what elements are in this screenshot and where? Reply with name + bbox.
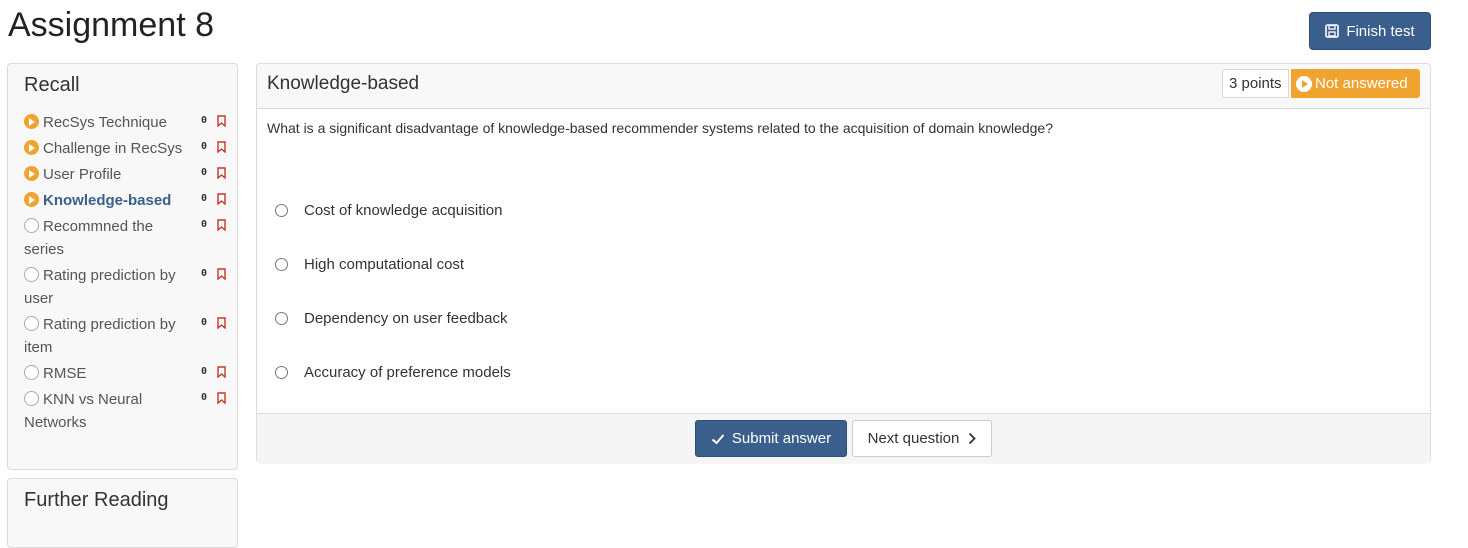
question-title: Knowledge-based bbox=[267, 73, 420, 94]
not-started-icon bbox=[24, 391, 39, 406]
not-started-icon bbox=[24, 365, 39, 380]
sidebar-item-rating-prediction-by-item[interactable]: Rating prediction by item 0 bbox=[8, 313, 237, 359]
in-progress-icon bbox=[24, 192, 39, 207]
submit-answer-label: Submit answer bbox=[731, 430, 832, 447]
answer-count: 0 bbox=[200, 219, 207, 230]
answer-count: 0 bbox=[200, 141, 207, 152]
radio-button[interactable] bbox=[275, 366, 288, 379]
recall-heading: Recall bbox=[24, 74, 80, 96]
sidebar-item-label: Rating prediction by item bbox=[24, 316, 176, 356]
bookmark-icon[interactable] bbox=[217, 167, 226, 179]
sidebar-item-label: Recommned the series bbox=[24, 218, 154, 258]
answer-count: 0 bbox=[200, 167, 207, 178]
answer-count: 0 bbox=[200, 317, 207, 328]
bookmark-icon[interactable] bbox=[217, 366, 226, 378]
answer-option-label: Dependency on user feedback bbox=[304, 310, 508, 327]
answer-option[interactable]: Accuracy of preference models bbox=[275, 364, 511, 381]
question-nav: RecSys Technique 0 Challenge in RecSys 0… bbox=[8, 106, 237, 434]
answer-option-label: High computational cost bbox=[304, 256, 465, 273]
not-started-icon bbox=[24, 316, 39, 331]
in-progress-icon bbox=[24, 140, 39, 155]
sidebar-item-label: RecSys Technique bbox=[43, 114, 167, 131]
not-started-icon bbox=[24, 267, 39, 282]
bookmark-icon[interactable] bbox=[217, 392, 226, 404]
radio-button[interactable] bbox=[275, 204, 288, 217]
in-progress-icon bbox=[24, 166, 39, 181]
recall-panel: Recall RecSys Technique 0 Challenge in R… bbox=[7, 63, 238, 470]
sidebar-item-label: Challenge in RecSys bbox=[43, 140, 183, 157]
submit-answer-button[interactable]: Submit answer bbox=[695, 420, 847, 457]
not-started-icon bbox=[24, 218, 39, 233]
question-footer: Submit answer Next question bbox=[257, 413, 1430, 464]
answer-option[interactable]: Dependency on user feedback bbox=[275, 310, 507, 327]
question-panel: Knowledge-based 3 points Not answered Wh… bbox=[256, 63, 1431, 464]
finish-test-label: Finish test bbox=[1346, 22, 1415, 40]
bookmark-icon[interactable] bbox=[217, 219, 226, 231]
next-question-label: Next question bbox=[867, 430, 960, 447]
bookmark-icon[interactable] bbox=[217, 268, 226, 280]
answer-count: 0 bbox=[200, 115, 207, 126]
check-icon bbox=[711, 433, 725, 444]
finish-test-button[interactable]: Finish test bbox=[1309, 12, 1431, 50]
sidebar-item-label: User Profile bbox=[43, 166, 122, 183]
status-label: Not answered bbox=[1315, 75, 1408, 92]
bookmark-icon[interactable] bbox=[217, 141, 226, 153]
points-badge: 3 points bbox=[1222, 69, 1289, 98]
bookmark-icon[interactable] bbox=[217, 115, 226, 127]
status-badge: Not answered bbox=[1291, 69, 1420, 98]
answer-option-label: Accuracy of preference models bbox=[304, 364, 511, 381]
sidebar-item-recommned-the-series[interactable]: Recommned the series 0 bbox=[8, 215, 237, 261]
question-header: Knowledge-based 3 points Not answered bbox=[257, 64, 1430, 109]
radio-button[interactable] bbox=[275, 312, 288, 325]
answer-count: 0 bbox=[200, 392, 207, 403]
sidebar-item-rmse[interactable]: RMSE 0 bbox=[8, 362, 237, 385]
further-reading-panel: Further Reading bbox=[7, 478, 238, 548]
sidebar-item-label: Rating prediction by user bbox=[24, 267, 176, 307]
chevron-right-icon bbox=[969, 432, 977, 445]
answer-option[interactable]: Cost of knowledge acquisition bbox=[275, 202, 502, 219]
play-circle-icon bbox=[1296, 75, 1312, 92]
bookmark-icon[interactable] bbox=[217, 317, 226, 329]
sidebar-item-recsys-technique[interactable]: RecSys Technique 0 bbox=[8, 111, 237, 134]
sidebar-item-label: RMSE bbox=[43, 365, 87, 382]
sidebar-item-knn-vs-neural-networks[interactable]: KNN vs Neural Networks 0 bbox=[8, 388, 237, 434]
radio-button[interactable] bbox=[275, 258, 288, 271]
answer-count: 0 bbox=[200, 366, 207, 377]
in-progress-icon bbox=[24, 114, 39, 129]
sidebar-item-label: Knowledge-based bbox=[43, 192, 172, 209]
answer-count: 0 bbox=[200, 193, 207, 204]
bookmark-icon[interactable] bbox=[217, 193, 226, 205]
answer-option-label: Cost of knowledge acquisition bbox=[304, 202, 503, 219]
sidebar-item-label: KNN vs Neural Networks bbox=[24, 391, 143, 431]
sidebar-item-knowledge-based[interactable]: Knowledge-based 0 bbox=[8, 189, 237, 212]
sidebar-item-challenge-in-recsys[interactable]: Challenge in RecSys 0 bbox=[8, 137, 237, 160]
sidebar-item-user-profile[interactable]: User Profile 0 bbox=[8, 163, 237, 186]
answer-count: 0 bbox=[200, 268, 207, 279]
answer-option[interactable]: High computational cost bbox=[275, 256, 464, 273]
further-reading-heading: Further Reading bbox=[24, 489, 169, 511]
question-text: What is a significant disadvantage of kn… bbox=[267, 120, 1053, 136]
page-title: Assignment 8 bbox=[8, 6, 214, 44]
save-icon bbox=[1325, 24, 1340, 38]
sidebar-item-rating-prediction-by-user[interactable]: Rating prediction by user 0 bbox=[8, 264, 237, 310]
next-question-button[interactable]: Next question bbox=[852, 420, 992, 457]
